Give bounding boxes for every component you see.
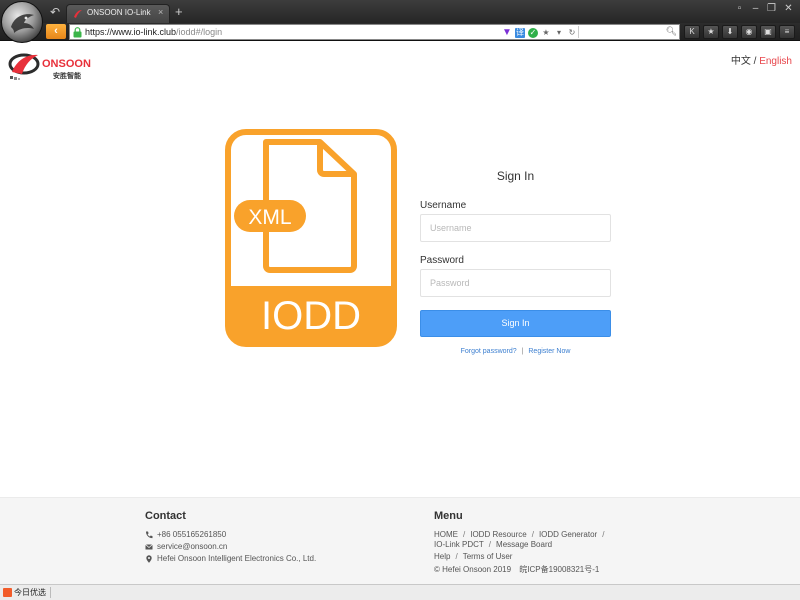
- translate-icon[interactable]: 译: [515, 28, 525, 38]
- footer-link-help[interactable]: Help: [434, 552, 450, 561]
- browser-tab[interactable]: ONSOON IO-Link ×: [66, 4, 170, 23]
- onsoon-logo-mark-icon: [8, 53, 40, 80]
- account-links: Forgot password? | Register Now: [420, 348, 611, 355]
- lang-chinese-link[interactable]: 中文: [731, 56, 751, 67]
- footer-link-terms[interactable]: Terms of User: [463, 552, 513, 561]
- extensions-icon[interactable]: ▣: [760, 25, 776, 39]
- tab-undo-icon[interactable]: ↶: [48, 5, 62, 19]
- link-separator: |: [521, 348, 524, 355]
- mail-icon: [145, 543, 153, 549]
- window-close-icon[interactable]: ✕: [781, 3, 796, 15]
- copyright-text: © Hefei Onsoon 2019: [434, 565, 512, 574]
- icp-link[interactable]: 皖ICP备19008321号-1: [519, 565, 599, 574]
- lang-english-link[interactable]: English: [759, 56, 792, 67]
- footer-link-io-link-pdct[interactable]: IO-Link PDCT: [434, 540, 484, 549]
- address-bar[interactable]: https://www.io-link.club/iodd#/login ▼ 译…: [69, 24, 680, 40]
- menu-heading: Menu: [434, 510, 463, 522]
- status-bar-item[interactable]: 今日优选: [3, 587, 46, 598]
- password-label: Password: [420, 255, 464, 266]
- window-minimize-icon[interactable]: –: [748, 3, 763, 15]
- footer-menu-row-1: HOME / IODD Resource / IODD Generator /: [434, 530, 609, 539]
- browser-logo-icon[interactable]: [1, 1, 43, 43]
- contact-address: Hefei Onsoon Intelligent Electronics Co.…: [145, 554, 316, 563]
- footer-link-iodd-resource[interactable]: IODD Resource: [470, 530, 526, 539]
- signin-button[interactable]: Sign In: [420, 310, 611, 337]
- page-content: ONSOON 安胜智能 中文 / English XML IODD Sign I…: [0, 42, 800, 584]
- lock-icon: [73, 27, 82, 38]
- window-menu-icon[interactable]: ▫: [732, 3, 747, 15]
- security-check-icon[interactable]: ✓: [528, 28, 538, 38]
- footer-link-home[interactable]: HOME: [434, 530, 458, 539]
- iodd-label-text: IODD: [261, 294, 361, 338]
- location-pin-icon: [146, 554, 152, 563]
- status-bar-label: 今日优选: [14, 588, 46, 597]
- dropdown-chevron-icon[interactable]: ▾: [554, 28, 564, 38]
- menu-icon[interactable]: ≡: [779, 25, 795, 39]
- gamepad-icon[interactable]: ◉: [741, 25, 757, 39]
- forgot-password-link[interactable]: Forgot password?: [461, 348, 517, 355]
- contact-phone-text: +86 055165261850: [157, 530, 227, 539]
- menu-separator: /: [531, 530, 534, 539]
- reader-mode-icon[interactable]: K: [684, 25, 700, 39]
- reload-icon[interactable]: ↻: [567, 28, 577, 38]
- username-label: Username: [420, 200, 467, 211]
- contact-email: service@onsoon.cn: [145, 542, 227, 551]
- tab-close-icon[interactable]: ×: [158, 7, 163, 17]
- footer-link-iodd-generator[interactable]: IODD Generator: [539, 530, 597, 539]
- download-icon[interactable]: ⬇: [722, 25, 738, 39]
- favorites-star-icon[interactable]: ★: [703, 25, 719, 39]
- menu-separator: /: [488, 540, 492, 549]
- browser-tab-bar: ↶ ONSOON IO-Link × + ▫ – ❐ ✕: [0, 0, 800, 43]
- url-text: https://www.io-link.club/iodd#/login: [85, 27, 222, 37]
- footer-menu-row-3: Help / Terms of User: [434, 552, 512, 561]
- footer: Contact +86 055165261850 service@onsoon.…: [0, 497, 800, 584]
- xml-badge-text: XML: [248, 206, 291, 229]
- browser-search-box[interactable]: 🔍︎: [578, 26, 678, 38]
- url-host: https://www.io-link.club: [85, 27, 177, 37]
- contact-email-text[interactable]: service@onsoon.cn: [157, 542, 227, 551]
- new-tab-button[interactable]: +: [175, 4, 183, 19]
- back-button[interactable]: ‹: [46, 24, 66, 39]
- footer-link-message-board[interactable]: Message Board: [496, 540, 552, 549]
- bookmark-triangle-icon[interactable]: ▼: [502, 28, 512, 38]
- footer-menu-row-2: IO-Link PDCT / Message Board: [434, 540, 552, 549]
- phone-icon: [145, 531, 153, 538]
- password-input[interactable]: [420, 269, 611, 297]
- contact-heading: Contact: [145, 510, 186, 522]
- onsoon-favicon-icon: [74, 10, 82, 18]
- footer-copyright-row: © Hefei Onsoon 2019 皖ICP备19008321号-1: [434, 564, 599, 575]
- address-bar-icons: ▼ 译 ✓ ★ ▾ ↻: [502, 27, 577, 39]
- menu-separator: /: [463, 530, 466, 539]
- status-divider: [50, 587, 51, 598]
- contact-phone: +86 055165261850: [145, 530, 226, 539]
- star-icon[interactable]: ★: [541, 28, 551, 38]
- onsoon-logo[interactable]: ONSOON 安胜智能: [8, 50, 98, 82]
- language-switch: 中文 / English: [731, 52, 792, 67]
- search-icon[interactable]: 🔍︎: [666, 26, 677, 37]
- lang-separator: /: [753, 56, 757, 67]
- menu-separator: /: [602, 530, 605, 539]
- url-path: /iodd#/login: [176, 27, 223, 37]
- logo-subtext: 安胜智能: [53, 71, 81, 80]
- username-input[interactable]: [420, 214, 611, 242]
- contact-address-text: Hefei Onsoon Intelligent Electronics Co.…: [157, 554, 317, 563]
- menu-separator: /: [455, 552, 458, 561]
- logo-text: ONSOON: [42, 58, 91, 70]
- recommend-icon: [3, 588, 12, 597]
- browser-toolbar: ‹ https://www.io-link.club/iodd#/login ▼…: [0, 23, 800, 41]
- tab-title: ONSOON IO-Link: [87, 8, 151, 17]
- iodd-xml-file-icon: XML IODD: [225, 129, 397, 347]
- browser-status-bar: 今日优选: [0, 584, 800, 600]
- signin-title: Sign In: [496, 169, 535, 183]
- register-link[interactable]: Register Now: [528, 348, 570, 355]
- window-restore-icon[interactable]: ❐: [764, 3, 779, 15]
